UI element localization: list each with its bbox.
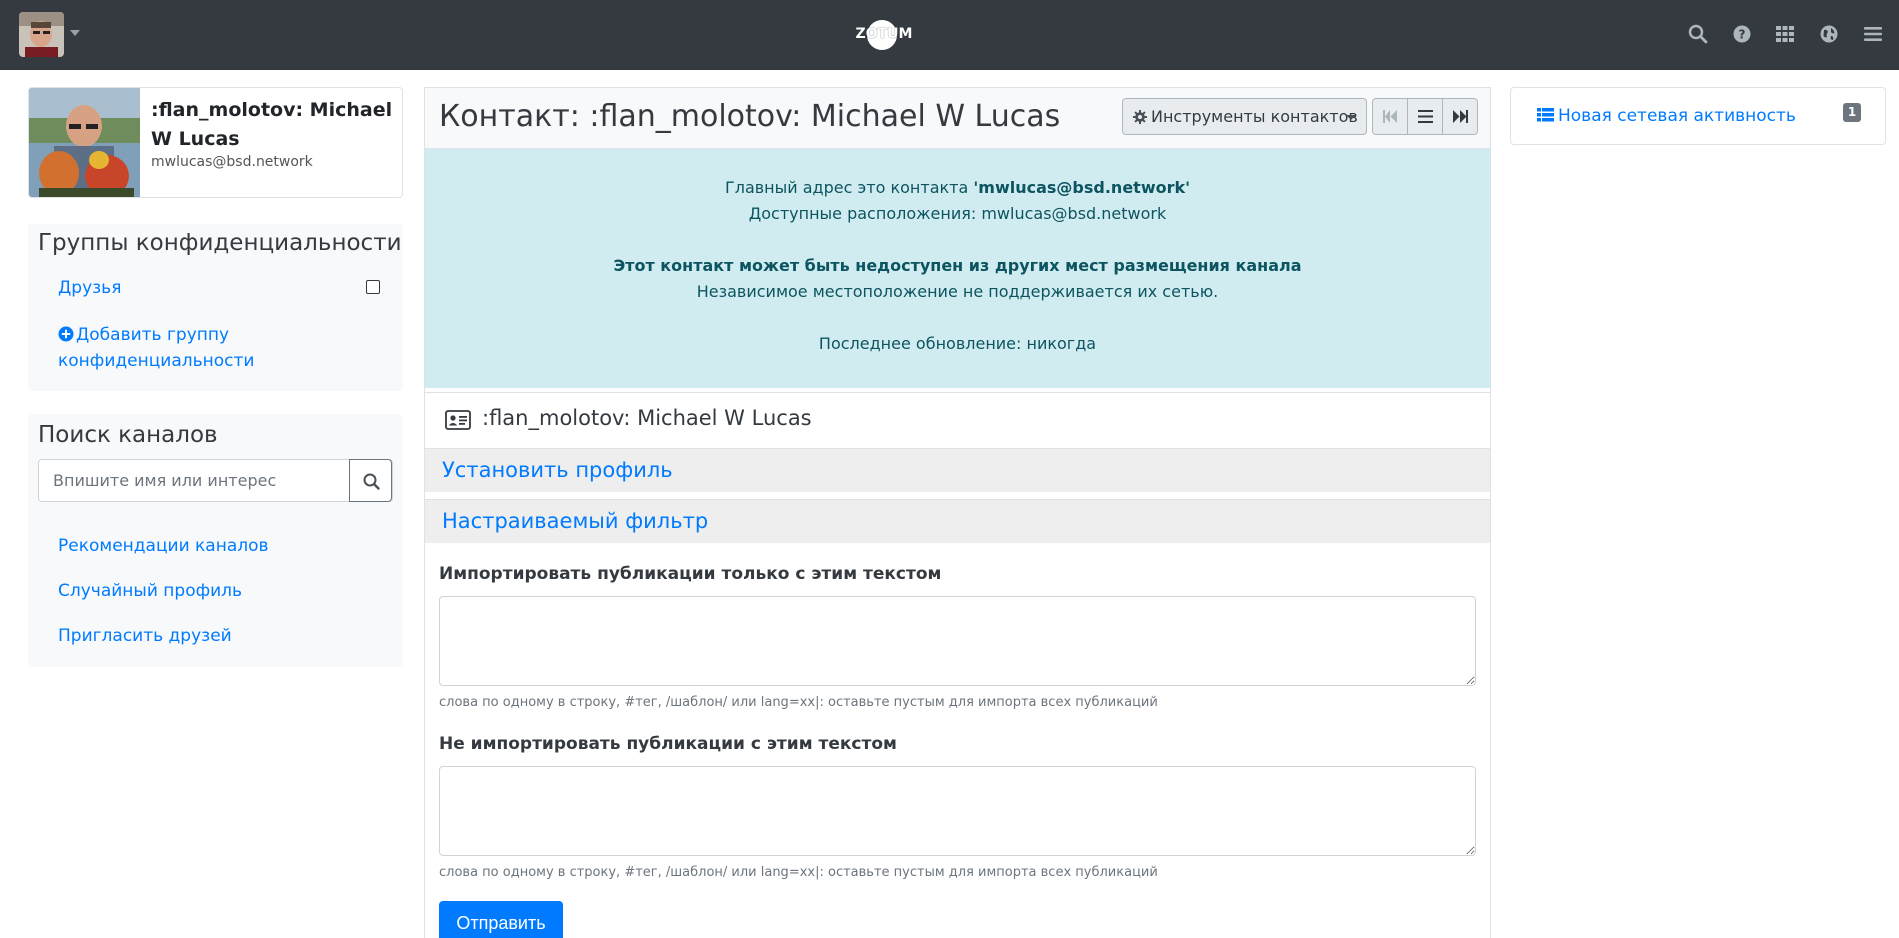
fast-forward-icon bbox=[1453, 110, 1468, 123]
chevron-down-icon[interactable] bbox=[70, 30, 80, 36]
menu-icon[interactable] bbox=[1863, 24, 1883, 44]
privacy-group-checkbox[interactable] bbox=[366, 280, 380, 294]
brand-logo-text: ZOTUM bbox=[855, 26, 913, 42]
user-avatar[interactable] bbox=[19, 12, 64, 57]
gear-icon bbox=[1133, 110, 1147, 124]
channel-search-title: Поиск каналов bbox=[38, 422, 218, 448]
submit-button[interactable]: Отправить bbox=[439, 901, 563, 938]
svg-text:?: ? bbox=[1739, 28, 1746, 42]
profile-card: :flan_molotov: Michael W Lucas mwlucas@b… bbox=[28, 87, 403, 198]
primary-address-prefix: Главный адрес это контакта bbox=[724, 178, 974, 197]
brand-logo[interactable]: ZOTUM bbox=[855, 18, 913, 52]
network-activity-link[interactable]: Новая сетевая активность bbox=[1537, 106, 1796, 126]
page-title: Контакт: :flan_molotov: Michael W Lucas bbox=[439, 99, 1061, 134]
privacy-groups-title: Группы конфиденциальности bbox=[38, 230, 402, 256]
exclude-label: Не импортировать публикации с этим текст… bbox=[439, 734, 897, 754]
add-privacy-group-label: Добавить группу конфиденциальности bbox=[58, 325, 255, 371]
network-activity-label: Новая сетевая активность bbox=[1558, 106, 1796, 126]
set-profile-label: Установить профиль bbox=[442, 458, 673, 482]
previous-contact-button[interactable] bbox=[1373, 99, 1408, 134]
import-only-help: слова по одному в строку, #тег, /шаблон/… bbox=[439, 695, 1158, 710]
primary-address-value: 'mwlucas@bsd.network' bbox=[973, 178, 1191, 197]
invite-friends-link[interactable]: Пригласить друзей bbox=[58, 626, 232, 646]
contact-tools-dropdown[interactable]: Инструменты контактов bbox=[1122, 98, 1367, 135]
panel-header: Контакт: :flan_molotov: Michael W Lucas … bbox=[425, 88, 1490, 149]
profile-address: mwlucas@bsd.network bbox=[151, 154, 313, 170]
search-icon bbox=[363, 473, 380, 490]
channel-recommendations-link[interactable]: Рекомендации каналов bbox=[58, 536, 269, 556]
apps-grid-icon[interactable] bbox=[1775, 24, 1795, 44]
activity-count-badge: 1 bbox=[1843, 103, 1861, 122]
custom-filter-section[interactable]: Настраиваемый фильтр bbox=[425, 499, 1490, 543]
caret-down-icon bbox=[1346, 115, 1356, 120]
privacy-group-item-friends[interactable]: Друзья bbox=[58, 278, 121, 298]
grid-icon bbox=[1537, 108, 1554, 122]
channel-search-box bbox=[38, 459, 393, 502]
import-only-label: Импортировать публикации только с этим т… bbox=[439, 564, 942, 584]
top-navbar: ZOTUM ? bbox=[0, 0, 1899, 70]
exclude-textarea[interactable] bbox=[439, 766, 1476, 856]
contact-list-button[interactable] bbox=[1408, 99, 1443, 134]
contact-info-alert: Главный адрес это контакта 'mwlucas@bsd.… bbox=[425, 149, 1490, 388]
contact-vcard-row: :flan_molotov: Michael W Lucas bbox=[425, 392, 1490, 446]
nomadic-note: Независимое местоположение не поддержива… bbox=[696, 282, 1219, 301]
profile-photo[interactable] bbox=[29, 88, 140, 197]
next-contact-button[interactable] bbox=[1443, 99, 1477, 134]
custom-filter-label: Настраиваемый фильтр bbox=[442, 509, 709, 533]
fast-backward-icon bbox=[1383, 110, 1397, 123]
profile-name[interactable]: :flan_molotov: Michael W Lucas bbox=[151, 96, 399, 154]
random-profile-link[interactable]: Случайный профиль bbox=[58, 581, 242, 601]
channel-search-input[interactable] bbox=[39, 460, 351, 501]
privacy-groups-widget: Группы конфиденциальности Друзья Добавит… bbox=[28, 224, 403, 391]
available-locations-line: Доступные расположения: mwlucas@bsd.netw… bbox=[748, 204, 1167, 223]
unreachable-warning: Этот контакт может быть недоступен из др… bbox=[613, 256, 1302, 275]
address-card-icon bbox=[445, 410, 471, 430]
primary-address-line: Главный адрес это контакта 'mwlucas@bsd.… bbox=[425, 178, 1490, 197]
contact-nav-button-group bbox=[1372, 98, 1478, 135]
import-only-textarea[interactable] bbox=[439, 596, 1476, 686]
contact-vcard-name: :flan_molotov: Michael W Lucas bbox=[482, 406, 812, 430]
set-profile-section[interactable]: Установить профиль bbox=[425, 448, 1490, 492]
channel-search-button[interactable] bbox=[349, 459, 392, 502]
globe-icon[interactable] bbox=[1819, 24, 1839, 44]
last-update-line: Последнее обновление: никогда bbox=[818, 334, 1097, 353]
plus-circle-icon bbox=[58, 326, 74, 342]
contact-edit-panel: Контакт: :flan_molotov: Michael W Lucas … bbox=[424, 87, 1491, 938]
list-icon bbox=[1418, 110, 1433, 123]
help-icon[interactable]: ? bbox=[1732, 24, 1752, 44]
add-privacy-group-link[interactable]: Добавить группу конфиденциальности bbox=[58, 322, 298, 374]
contact-tools-label: Инструменты контактов bbox=[1151, 107, 1358, 126]
network-activity-card: Новая сетевая активность 1 bbox=[1510, 87, 1886, 145]
exclude-help: слова по одному в строку, #тег, /шаблон/… bbox=[439, 865, 1158, 880]
search-icon[interactable] bbox=[1688, 24, 1708, 44]
